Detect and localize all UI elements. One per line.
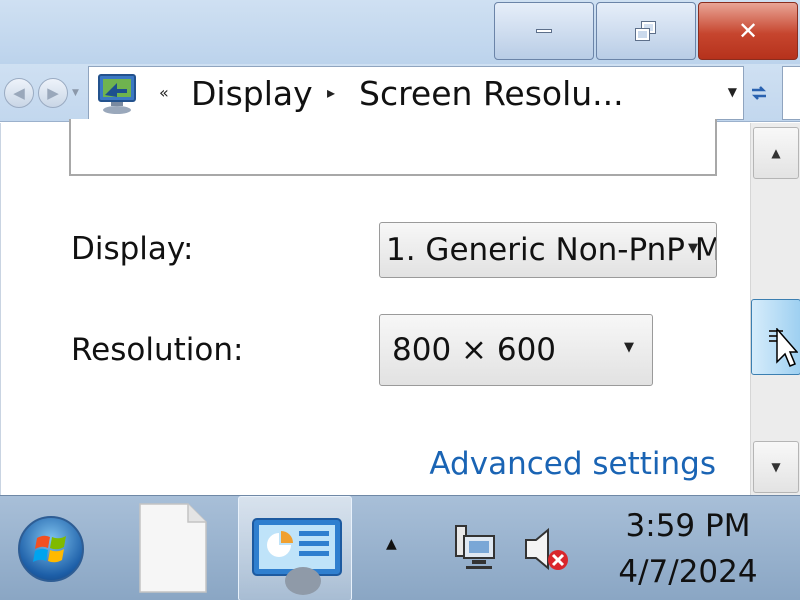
breadcrumb-overflow[interactable]: « bbox=[159, 83, 169, 102]
volume-muted-icon[interactable] bbox=[522, 524, 572, 574]
scroll-up-button[interactable]: ▲ bbox=[753, 127, 799, 179]
mouse-cursor-icon bbox=[776, 328, 798, 367]
start-button[interactable] bbox=[18, 516, 84, 582]
clock-time: 3:59 PM bbox=[625, 508, 751, 544]
address-bar[interactable]: « Display ▸ Screen Resolu... ▼ bbox=[88, 66, 744, 120]
display-control-panel-icon bbox=[98, 74, 136, 114]
control-panel-display-icon bbox=[252, 518, 342, 595]
scroll-down-button[interactable]: ▼ bbox=[753, 441, 799, 493]
address-dropdown-icon[interactable]: ▼ bbox=[728, 85, 737, 99]
forward-arrow-icon: ▶ bbox=[47, 84, 59, 102]
taskbar: ▲ 3:59 PM 4/7/2024 bbox=[0, 495, 800, 600]
taskbar-item-document[interactable] bbox=[134, 496, 216, 600]
scroll-up-icon: ▲ bbox=[771, 146, 781, 160]
refresh-icon bbox=[751, 86, 767, 100]
back-button[interactable]: ◀ bbox=[4, 78, 34, 108]
close-button[interactable]: ✕ bbox=[698, 2, 798, 60]
network-icon[interactable] bbox=[452, 522, 498, 572]
restore-button[interactable] bbox=[596, 2, 696, 60]
restore-icon bbox=[635, 21, 657, 41]
window-titlebar: ✕ bbox=[0, 0, 800, 64]
minimize-button[interactable] bbox=[494, 2, 594, 60]
clock-date: 4/7/2024 bbox=[618, 554, 758, 590]
breadcrumb-separator-icon[interactable]: ▸ bbox=[327, 83, 335, 102]
blank-document-icon bbox=[139, 503, 207, 593]
vertical-scrollbar[interactable]: ▲ ▼ bbox=[750, 123, 800, 495]
recent-pages-dropdown[interactable]: ▼ bbox=[72, 88, 79, 98]
chevron-down-icon: ▼ bbox=[688, 241, 698, 256]
refresh-button[interactable] bbox=[744, 66, 774, 120]
navigation-bar: ◀ ▶ ▼ « Display ▸ Screen Resolu... ▼ bbox=[0, 64, 800, 122]
resolution-select[interactable]: 800 × 600 ▼ bbox=[379, 314, 653, 386]
windows-logo-icon bbox=[33, 535, 66, 563]
chevron-down-icon: ▼ bbox=[624, 340, 634, 355]
monitor-preview-area[interactable] bbox=[69, 119, 717, 176]
display-select[interactable]: 1. Generic Non-PnP Monitor ▼ bbox=[379, 222, 717, 278]
minimize-icon bbox=[536, 29, 552, 33]
resolution-label: Resolution: bbox=[71, 332, 244, 368]
taskbar-item-control-panel[interactable] bbox=[238, 496, 352, 600]
breadcrumb-display[interactable]: Display bbox=[191, 74, 313, 113]
breadcrumb-screen-resolution[interactable]: Screen Resolu... bbox=[359, 74, 624, 113]
back-arrow-icon: ◀ bbox=[13, 84, 25, 102]
display-label: Display: bbox=[71, 231, 194, 267]
system-clock[interactable]: 3:59 PM 4/7/2024 bbox=[604, 508, 772, 590]
advanced-settings-link[interactable]: Advanced settings bbox=[429, 446, 716, 482]
forward-button[interactable]: ▶ bbox=[38, 78, 68, 108]
display-select-value: 1. Generic Non-PnP Monitor bbox=[386, 232, 716, 268]
resolution-select-value: 800 × 600 bbox=[392, 332, 557, 368]
close-icon: ✕ bbox=[737, 17, 759, 45]
show-hidden-icons-button[interactable]: ▲ bbox=[386, 536, 397, 552]
search-box[interactable] bbox=[782, 66, 800, 120]
screen-resolution-panel: Display: 1. Generic Non-PnP Monitor ▼ Re… bbox=[0, 119, 750, 495]
scroll-down-icon: ▼ bbox=[771, 460, 781, 474]
